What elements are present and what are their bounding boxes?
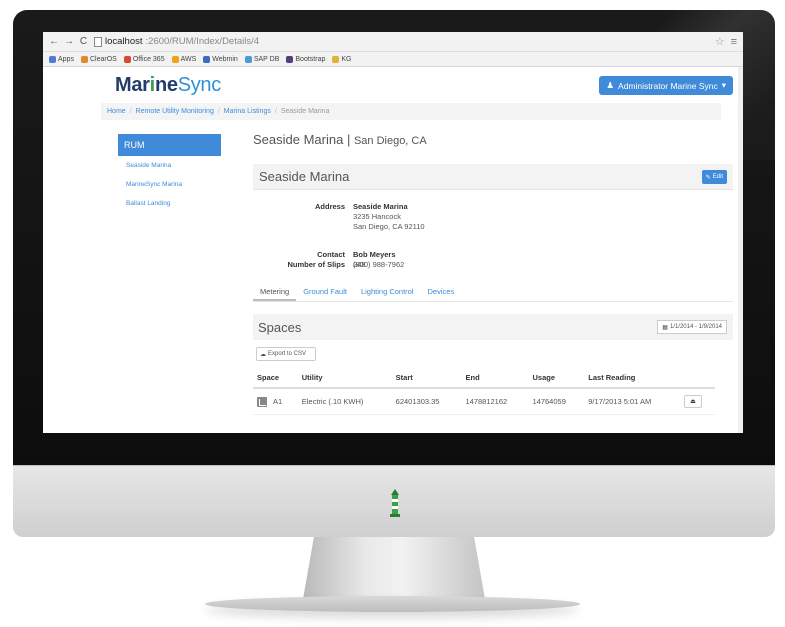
last-reading-cell: 9/17/2013 5:01 AM (584, 388, 680, 415)
table-header-row: Space Utility Start End Usage Last Readi… (253, 368, 715, 389)
browser-address-bar: ← → C localhost:2600/RUM/Index/Details/4… (43, 32, 743, 52)
bookmark-bootstrap[interactable]: Bootstrap (286, 55, 325, 63)
start-cell: 62401303.35 (391, 388, 462, 415)
page-location: San Diego, CA (353, 135, 427, 147)
bookmark-star-icon[interactable]: ☆ (715, 35, 725, 48)
aws-icon (171, 55, 179, 63)
caret-down-icon: ▾ (721, 80, 726, 90)
sidebar-item-marinesync-marina[interactable]: MarineSync Marina (118, 175, 221, 194)
sapdb-icon (244, 55, 252, 63)
row-action-button[interactable]: ⏏ (683, 395, 702, 408)
reload-icon[interactable]: C (79, 36, 88, 47)
bookmark-sapdb[interactable]: SAP DB (244, 55, 279, 63)
col-utility: Utility (297, 368, 392, 389)
sidebar-title[interactable]: RUM (118, 134, 221, 156)
address-value: Seaside Marina 3235 Hancock San Diego, C… (353, 202, 425, 231)
apps-icon (49, 55, 56, 63)
export-csv-button[interactable]: ☁ Export to CSV (256, 347, 316, 361)
bookmark-office365[interactable]: Office 365 (123, 55, 165, 63)
slips-row: Number of Slips 248 (223, 260, 733, 270)
app-header: MarineSync ♟ Administrator Marine Sync ▾ (43, 67, 743, 101)
usage-cell: 14764059 (528, 388, 585, 415)
page-title: Seaside Marina | San Diego, CA (253, 132, 427, 147)
col-start: Start (391, 368, 462, 389)
spaces-table: Space Utility Start End Usage Last Readi… (253, 368, 715, 415)
col-last-reading: Last Reading (584, 368, 680, 389)
screen: ← → C localhost:2600/RUM/Index/Details/4… (43, 32, 743, 433)
table-row: A1 Electric (.10 KWH) 62401303.35 147881… (253, 388, 715, 415)
folder-icon (332, 55, 340, 63)
col-end: End (461, 368, 529, 389)
breadcrumb-home[interactable]: Home (107, 108, 126, 115)
eject-icon: ⏏ (690, 399, 696, 405)
cloud-download-icon: ☁ (260, 351, 266, 358)
monitor-stand-neck (303, 537, 485, 599)
bookmark-clearos[interactable]: ClearOS (80, 55, 117, 63)
bookmark-webmin[interactable]: Webmin (203, 55, 238, 63)
url-field[interactable]: localhost:2600/RUM/Index/Details/4 (94, 36, 259, 47)
back-icon[interactable]: ← (49, 36, 59, 47)
edit-button[interactable]: ✎ Edit (701, 170, 727, 184)
col-actions (679, 368, 715, 389)
slips-value: 248 (353, 260, 366, 269)
admin-label: Administrator Marine Sync (618, 80, 718, 91)
breadcrumb-current: Seaside Marina (280, 108, 330, 115)
spaces-panel-header: Spaces ▦ 1/1/2014 - 1/9/2014 (253, 314, 733, 340)
url-path: :2600/RUM/Index/Details/4 (145, 36, 260, 47)
webmin-icon (203, 55, 211, 63)
space-id: A1 (273, 397, 283, 406)
bookmark-kg[interactable]: KG (332, 55, 351, 63)
breadcrumb-rum[interactable]: Remote Utility Monitoring (136, 108, 214, 115)
sidebar-item-ballast-landing[interactable]: Ballast Landing (118, 194, 221, 213)
expand-chart-icon[interactable] (257, 396, 267, 407)
end-cell: 1478812162 (461, 388, 529, 415)
spaces-title: Spaces (258, 319, 302, 335)
tab-metering[interactable]: Metering (253, 282, 297, 301)
pencil-icon: ✎ (705, 174, 711, 181)
tab-devices[interactable]: Devices (421, 282, 462, 301)
scrollbar[interactable] (738, 67, 743, 433)
calendar-icon: ▦ (662, 324, 668, 331)
utility-cell: Electric (.10 KWH) (297, 388, 392, 415)
date-range-picker[interactable]: ▦ 1/1/2014 - 1/9/2014 (657, 320, 727, 334)
monitor-stand-base (205, 596, 580, 612)
breadcrumb-marina-listings[interactable]: Marina Listings (224, 108, 271, 115)
url-host: localhost (105, 36, 143, 47)
tab-lighting-control[interactable]: Lighting Control (354, 282, 421, 301)
bookmark-aws[interactable]: AWS (171, 55, 196, 63)
marinesync-logo[interactable]: MarineSync (115, 74, 221, 97)
office365-icon (123, 55, 131, 63)
bookmark-apps[interactable]: Apps (49, 55, 74, 63)
panel-title: Seaside Marina (259, 169, 350, 184)
bootstrap-icon (286, 55, 294, 63)
address-row: Address Seaside Marina 3235 Hancock San … (253, 202, 733, 232)
user-icon: ♟ (606, 80, 615, 90)
sidebar: RUM Seaside Marina MarineSync Marina Bal… (118, 134, 221, 213)
address-label: Address (314, 202, 345, 211)
col-usage: Usage (528, 368, 585, 389)
marina-panel-header: Seaside Marina ✎ Edit (253, 164, 733, 190)
sidebar-item-seaside-marina[interactable]: Seaside Marina (118, 156, 221, 175)
bookmarks-bar: Apps ClearOS Office 365 AWS Webmin SAP D… (43, 52, 743, 67)
admin-user-menu-button[interactable]: ♟ Administrator Marine Sync ▾ (599, 76, 733, 95)
browser-menu-icon[interactable]: ≡ (731, 36, 737, 48)
forward-icon[interactable]: → (64, 36, 74, 47)
breadcrumb: Home / Remote Utility Monitoring / Marin… (101, 103, 721, 120)
main-content: Seaside Marina | San Diego, CA Seaside M… (253, 132, 733, 415)
tab-ground-fault[interactable]: Ground Fault (296, 282, 354, 301)
clearos-icon (80, 55, 88, 63)
col-space: Space (253, 368, 298, 389)
marinesync-lighthouse-icon (390, 489, 400, 517)
tab-bar: Metering Ground Fault Lighting Control D… (253, 282, 733, 302)
slips-label: Number of Slips (287, 260, 345, 269)
page-icon (94, 36, 102, 47)
